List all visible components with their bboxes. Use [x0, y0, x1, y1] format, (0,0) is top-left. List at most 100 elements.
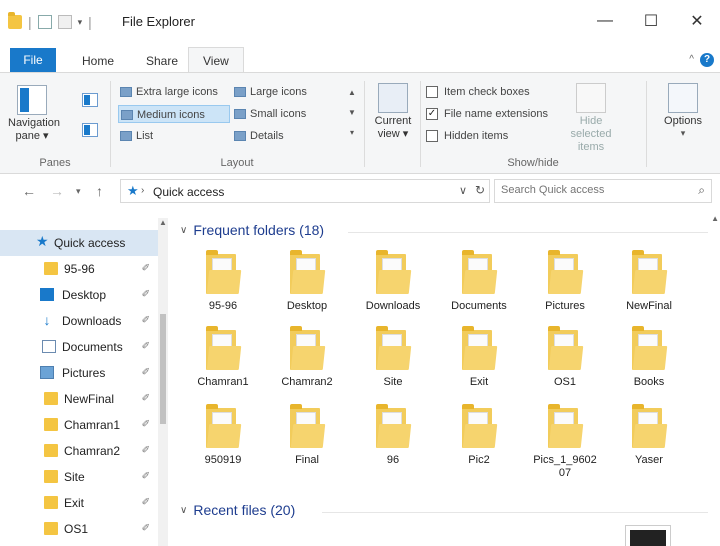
sidebar-item-chamran1[interactable]: Chamran1 ✐: [0, 412, 158, 438]
file-name-extensions-checkbox[interactable]: ✓: [426, 108, 438, 120]
help-icon[interactable]: ?: [700, 53, 714, 67]
pin-icon[interactable]: ✐: [142, 308, 150, 334]
sidebar-item-newfinal[interactable]: NewFinal ✐: [0, 386, 158, 412]
folder-tile[interactable]: Pic2: [438, 404, 520, 474]
hide-selected-items-button[interactable]: Hide selected items: [560, 79, 622, 154]
folder-tile[interactable]: Chamran2: [266, 326, 348, 396]
current-view-label: Current view ▾: [374, 115, 412, 140]
pin-icon[interactable]: ✐: [142, 412, 150, 438]
sidebar-item-quick-access[interactable]: ★ Quick access: [0, 230, 158, 256]
refresh-icon[interactable]: ↻: [475, 183, 485, 197]
folder-tile[interactable]: 95-96: [182, 250, 264, 320]
folder-tile[interactable]: Final: [266, 404, 348, 474]
sidebar-item-os1[interactable]: OS1 ✐: [0, 516, 158, 542]
sidebar-item-documents[interactable]: Documents ✐: [0, 334, 158, 360]
sidebar-item-exit[interactable]: Exit ✐: [0, 490, 158, 516]
details-pane-icon[interactable]: [82, 123, 98, 137]
hidden-items-checkbox[interactable]: [426, 130, 438, 142]
address-dropdown-icon[interactable]: ∨: [459, 184, 467, 197]
sidebar-item-site[interactable]: Site ✐: [0, 464, 158, 490]
pin-icon[interactable]: ✐: [142, 334, 150, 360]
folder-tile[interactable]: Site: [352, 326, 434, 396]
folder-tile[interactable]: Downloads: [352, 250, 434, 320]
folder-tile[interactable]: NewFinal: [608, 250, 690, 320]
pin-icon[interactable]: ✐: [142, 490, 150, 516]
maximize-button[interactable]: ☐: [628, 0, 674, 42]
pin-icon[interactable]: ✐: [142, 282, 150, 308]
minimize-button[interactable]: —: [582, 0, 628, 42]
item-check-boxes-option[interactable]: Item check boxes: [424, 83, 530, 101]
search-input[interactable]: [501, 184, 681, 196]
details-option[interactable]: Details: [232, 127, 324, 145]
forward-button[interactable]: →: [50, 183, 64, 199]
scroll-up-icon[interactable]: ▲: [158, 218, 168, 227]
scroll-up-icon[interactable]: ▲: [711, 214, 719, 223]
collapse-ribbon-icon[interactable]: ^: [689, 54, 694, 65]
recent-locations-icon[interactable]: ▾: [76, 186, 81, 197]
folder-tile[interactable]: Books: [608, 326, 690, 396]
pin-icon[interactable]: ✐: [142, 360, 150, 386]
tab-share[interactable]: Share: [134, 50, 190, 72]
folder-tile[interactable]: Documents: [438, 250, 520, 320]
sidebar-item-95-96[interactable]: 95-96 ✐: [0, 256, 158, 282]
folder-icon: [376, 404, 412, 448]
folder-icon: [548, 404, 584, 448]
content-scrollbar[interactable]: ▲: [710, 214, 720, 546]
frequent-folders-header[interactable]: ∨ Frequent folders (18): [180, 222, 324, 238]
folder-tile[interactable]: Yaser: [608, 404, 690, 474]
new-folder-icon[interactable]: [57, 15, 72, 29]
scrollbar-thumb[interactable]: [160, 314, 166, 424]
recent-file-thumbnail[interactable]: [625, 525, 671, 546]
pin-icon[interactable]: ✐: [142, 256, 150, 282]
sidebar-scrollbar[interactable]: ▲: [158, 218, 168, 546]
pin-icon[interactable]: ✐: [142, 386, 150, 412]
pin-icon[interactable]: ✐: [142, 516, 150, 542]
current-view-button[interactable]: Current view ▾: [370, 79, 416, 141]
folder-tile[interactable]: Exit: [438, 326, 520, 396]
large-icons-option[interactable]: Large icons: [232, 83, 324, 101]
window-title: File Explorer: [122, 14, 195, 29]
tab-file[interactable]: File: [10, 48, 56, 72]
back-button[interactable]: ←: [22, 183, 36, 199]
address-bar[interactable]: ★ › Quick access ∨ ↻: [120, 179, 490, 203]
sidebar-item-desktop[interactable]: Desktop ✐: [0, 282, 158, 308]
sidebar-item-label: 95-96: [64, 262, 95, 276]
folder-tile[interactable]: 96: [352, 404, 434, 474]
breadcrumb-separator-icon: ›: [141, 185, 145, 196]
sidebar-item-downloads[interactable]: ↓ Downloads ✐: [0, 308, 158, 334]
close-button[interactable]: ✕: [674, 0, 720, 42]
folder-tile[interactable]: 950919: [182, 404, 264, 474]
sidebar-item-label: Desktop: [62, 288, 107, 302]
folder-tile[interactable]: OS1: [524, 326, 606, 396]
pin-icon[interactable]: ✐: [142, 464, 150, 490]
medium-icons-option[interactable]: Medium icons: [118, 105, 230, 123]
options-button[interactable]: Options ▾: [656, 79, 710, 139]
item-check-boxes-checkbox[interactable]: [426, 86, 438, 98]
downloads-icon: ↓: [43, 312, 51, 328]
extra-large-icons-option[interactable]: Extra large icons: [118, 83, 230, 101]
customize-toolbar-dropdown-icon[interactable]: ▾: [78, 17, 83, 28]
pin-icon[interactable]: ✐: [142, 438, 150, 464]
folder-tile[interactable]: Chamran1: [182, 326, 264, 396]
list-option[interactable]: List: [118, 127, 230, 145]
folder-tile[interactable]: Desktop: [266, 250, 348, 320]
tab-home[interactable]: Home: [70, 50, 126, 72]
breadcrumb[interactable]: Quick access: [153, 185, 224, 199]
properties-icon[interactable]: [37, 15, 52, 29]
up-button[interactable]: ↑: [96, 183, 103, 199]
sidebar-item-chamran2[interactable]: Chamran2 ✐: [0, 438, 158, 464]
search-box[interactable]: ⌕: [494, 179, 712, 203]
layout-gallery-scroll[interactable]: ▲ ▼ ▾: [346, 83, 358, 143]
recent-files-header[interactable]: ∨ Recent files (20): [180, 502, 295, 518]
folder-tile[interactable]: Pictures: [524, 250, 606, 320]
small-icons-option[interactable]: Small icons: [232, 105, 324, 123]
tab-view[interactable]: View: [188, 47, 244, 73]
desktop-icon: [40, 288, 54, 301]
hidden-items-option[interactable]: Hidden items: [424, 127, 508, 145]
sidebar-item-pictures[interactable]: Pictures ✐: [0, 360, 158, 386]
folder-tile[interactable]: Pics_1_9602 07: [524, 404, 606, 479]
folder-tile-label: 96: [386, 454, 400, 466]
preview-pane-icon[interactable]: [82, 93, 98, 107]
navigation-pane-button[interactable]: Navigation pane ▾: [8, 81, 60, 143]
file-name-extensions-option[interactable]: ✓ File name extensions: [424, 105, 548, 123]
